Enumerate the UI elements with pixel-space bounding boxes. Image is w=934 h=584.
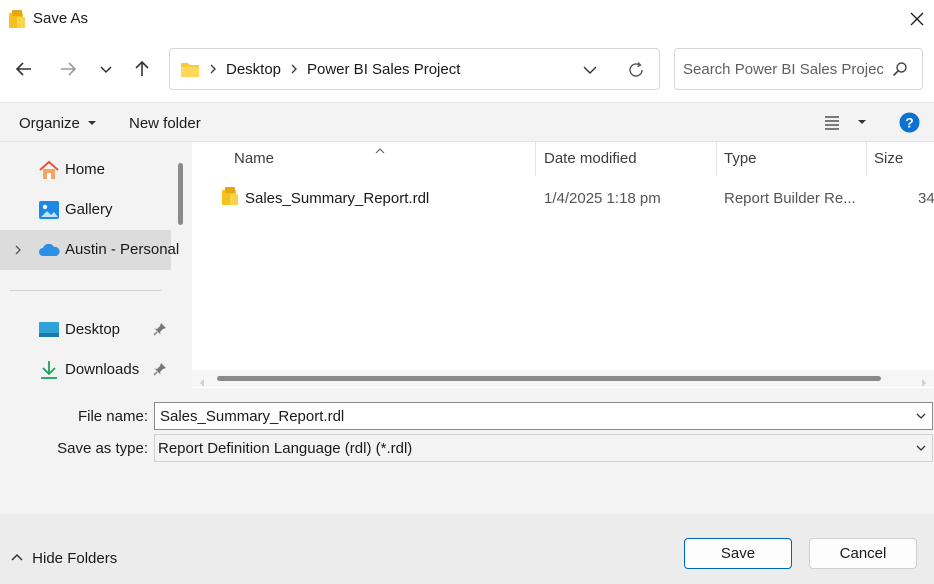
column-header-date-modified[interactable]: Date modified [544,150,637,167]
sidebar-scrollbar[interactable] [178,163,183,225]
sidebar-item-home[interactable]: Home [0,150,171,190]
search-box[interactable] [674,48,923,90]
scroll-left-arrow-icon[interactable] [199,374,205,388]
hide-folders-label: Hide Folders [32,550,118,567]
view-options-button[interactable] [823,114,867,134]
window-title: Save As [33,10,89,27]
recent-locations-button[interactable] [92,55,120,83]
sidebar-divider [10,290,161,291]
help-icon: ? [899,112,920,133]
list-view-icon [825,116,839,130]
new-folder-button[interactable]: New folder [129,115,201,132]
chevron-down-icon [100,66,112,74]
back-button[interactable] [10,55,38,83]
sidebar-item-label: Home [65,161,106,178]
svg-text:?: ? [905,115,914,131]
file-list[interactable]: Name Date modified Type Size Sales_Summa… [192,142,934,388]
file-name-cell: Sales_Summary_Report.rdl [245,190,430,207]
onedrive-cloud-icon [38,243,60,261]
close-button[interactable] [906,8,928,30]
file-name-field[interactable]: Sales_Summary_Report.rdl [154,402,933,430]
chevron-down-icon [583,66,597,74]
caret-down-icon [858,120,867,124]
chevron-up-icon [11,553,23,561]
scroll-right-arrow-icon[interactable] [921,374,927,388]
horizontal-scrollbar-thumb[interactable] [217,376,881,381]
arrow-left-icon [15,62,31,76]
organize-label: Organize [19,115,80,132]
column-header-name[interactable]: Name [234,150,274,167]
size-cell: 34 [918,190,934,207]
desktop-icon [38,320,60,342]
close-icon [910,12,924,26]
table-row[interactable]: Sales_Summary_Report.rdl 1/4/2025 1:18 p… [192,180,934,216]
sort-ascending-icon [374,142,386,159]
column-divider[interactable] [866,142,867,176]
file-name-label: File name: [77,408,148,425]
type-cell: Report Builder Re... [724,190,856,207]
navigation-pane[interactable]: Home Gallery Austin - Personal Desktop D… [0,142,190,388]
arrow-right-icon [61,62,77,76]
search-input[interactable] [683,57,883,81]
column-header-type[interactable]: Type [724,150,757,167]
column-header-size[interactable]: Size [874,150,903,167]
chevron-right-icon [289,60,299,81]
rdl-file-icon [221,186,239,210]
forward-button[interactable] [54,55,82,83]
gallery-icon [38,200,60,224]
refresh-icon [629,62,643,77]
refresh-button[interactable] [627,61,645,83]
hide-folders-button[interactable]: Hide Folders [10,550,117,567]
pin-icon[interactable] [153,322,167,340]
report-builder-app-icon [8,9,26,33]
sidebar-item-label: Austin - Personal [65,241,180,258]
sidebar-item-label: Downloads [65,361,140,378]
up-button[interactable] [128,55,156,83]
cancel-button[interactable]: Cancel [809,538,917,569]
organize-menu-button[interactable]: Organize [19,115,97,132]
sidebar-item-desktop[interactable]: Desktop [0,310,171,350]
help-button[interactable]: ? [899,112,920,137]
chevron-down-icon[interactable] [915,409,927,426]
chevron-down-icon[interactable] [915,441,927,458]
save-as-type-value: Report Definition Language (rdl) (*.rdl) [158,440,413,457]
pin-icon[interactable] [153,362,167,380]
home-icon [38,160,60,184]
sidebar-item-downloads[interactable]: Downloads [0,350,171,388]
address-bar[interactable]: Desktop Power BI Sales Project [169,48,660,90]
downloads-icon [38,360,60,384]
column-divider[interactable] [716,142,717,176]
sidebar-item-label: Desktop [65,321,121,338]
sidebar-item-label: Gallery [65,201,113,218]
title-bar: Save As [0,0,934,38]
save-as-type-label: Save as type: [57,440,148,457]
arrow-up-icon [135,60,149,76]
date-modified-cell: 1/4/2025 1:18 pm [544,190,661,207]
folder-icon [180,61,200,82]
caret-down-icon [88,121,97,125]
sidebar-item-austin-personal[interactable]: Austin - Personal [0,230,179,270]
sidebar-item-gallery[interactable]: Gallery [0,190,171,230]
chevron-right-icon [208,60,218,81]
save-as-type-select[interactable]: Report Definition Language (rdl) (*.rdl) [154,434,933,462]
breadcrumb-desktop[interactable]: Desktop [226,61,281,78]
search-icon[interactable] [892,61,908,81]
dialog-footer [0,514,934,584]
address-history-dropdown[interactable] [582,62,598,82]
breadcrumb-power-bi-sales-project[interactable]: Power BI Sales Project [307,61,460,78]
file-name-value: Sales_Summary_Report.rdl [160,408,345,425]
chevron-right-icon[interactable] [13,242,23,262]
save-button[interactable]: Save [684,538,792,569]
column-divider[interactable] [535,142,536,176]
